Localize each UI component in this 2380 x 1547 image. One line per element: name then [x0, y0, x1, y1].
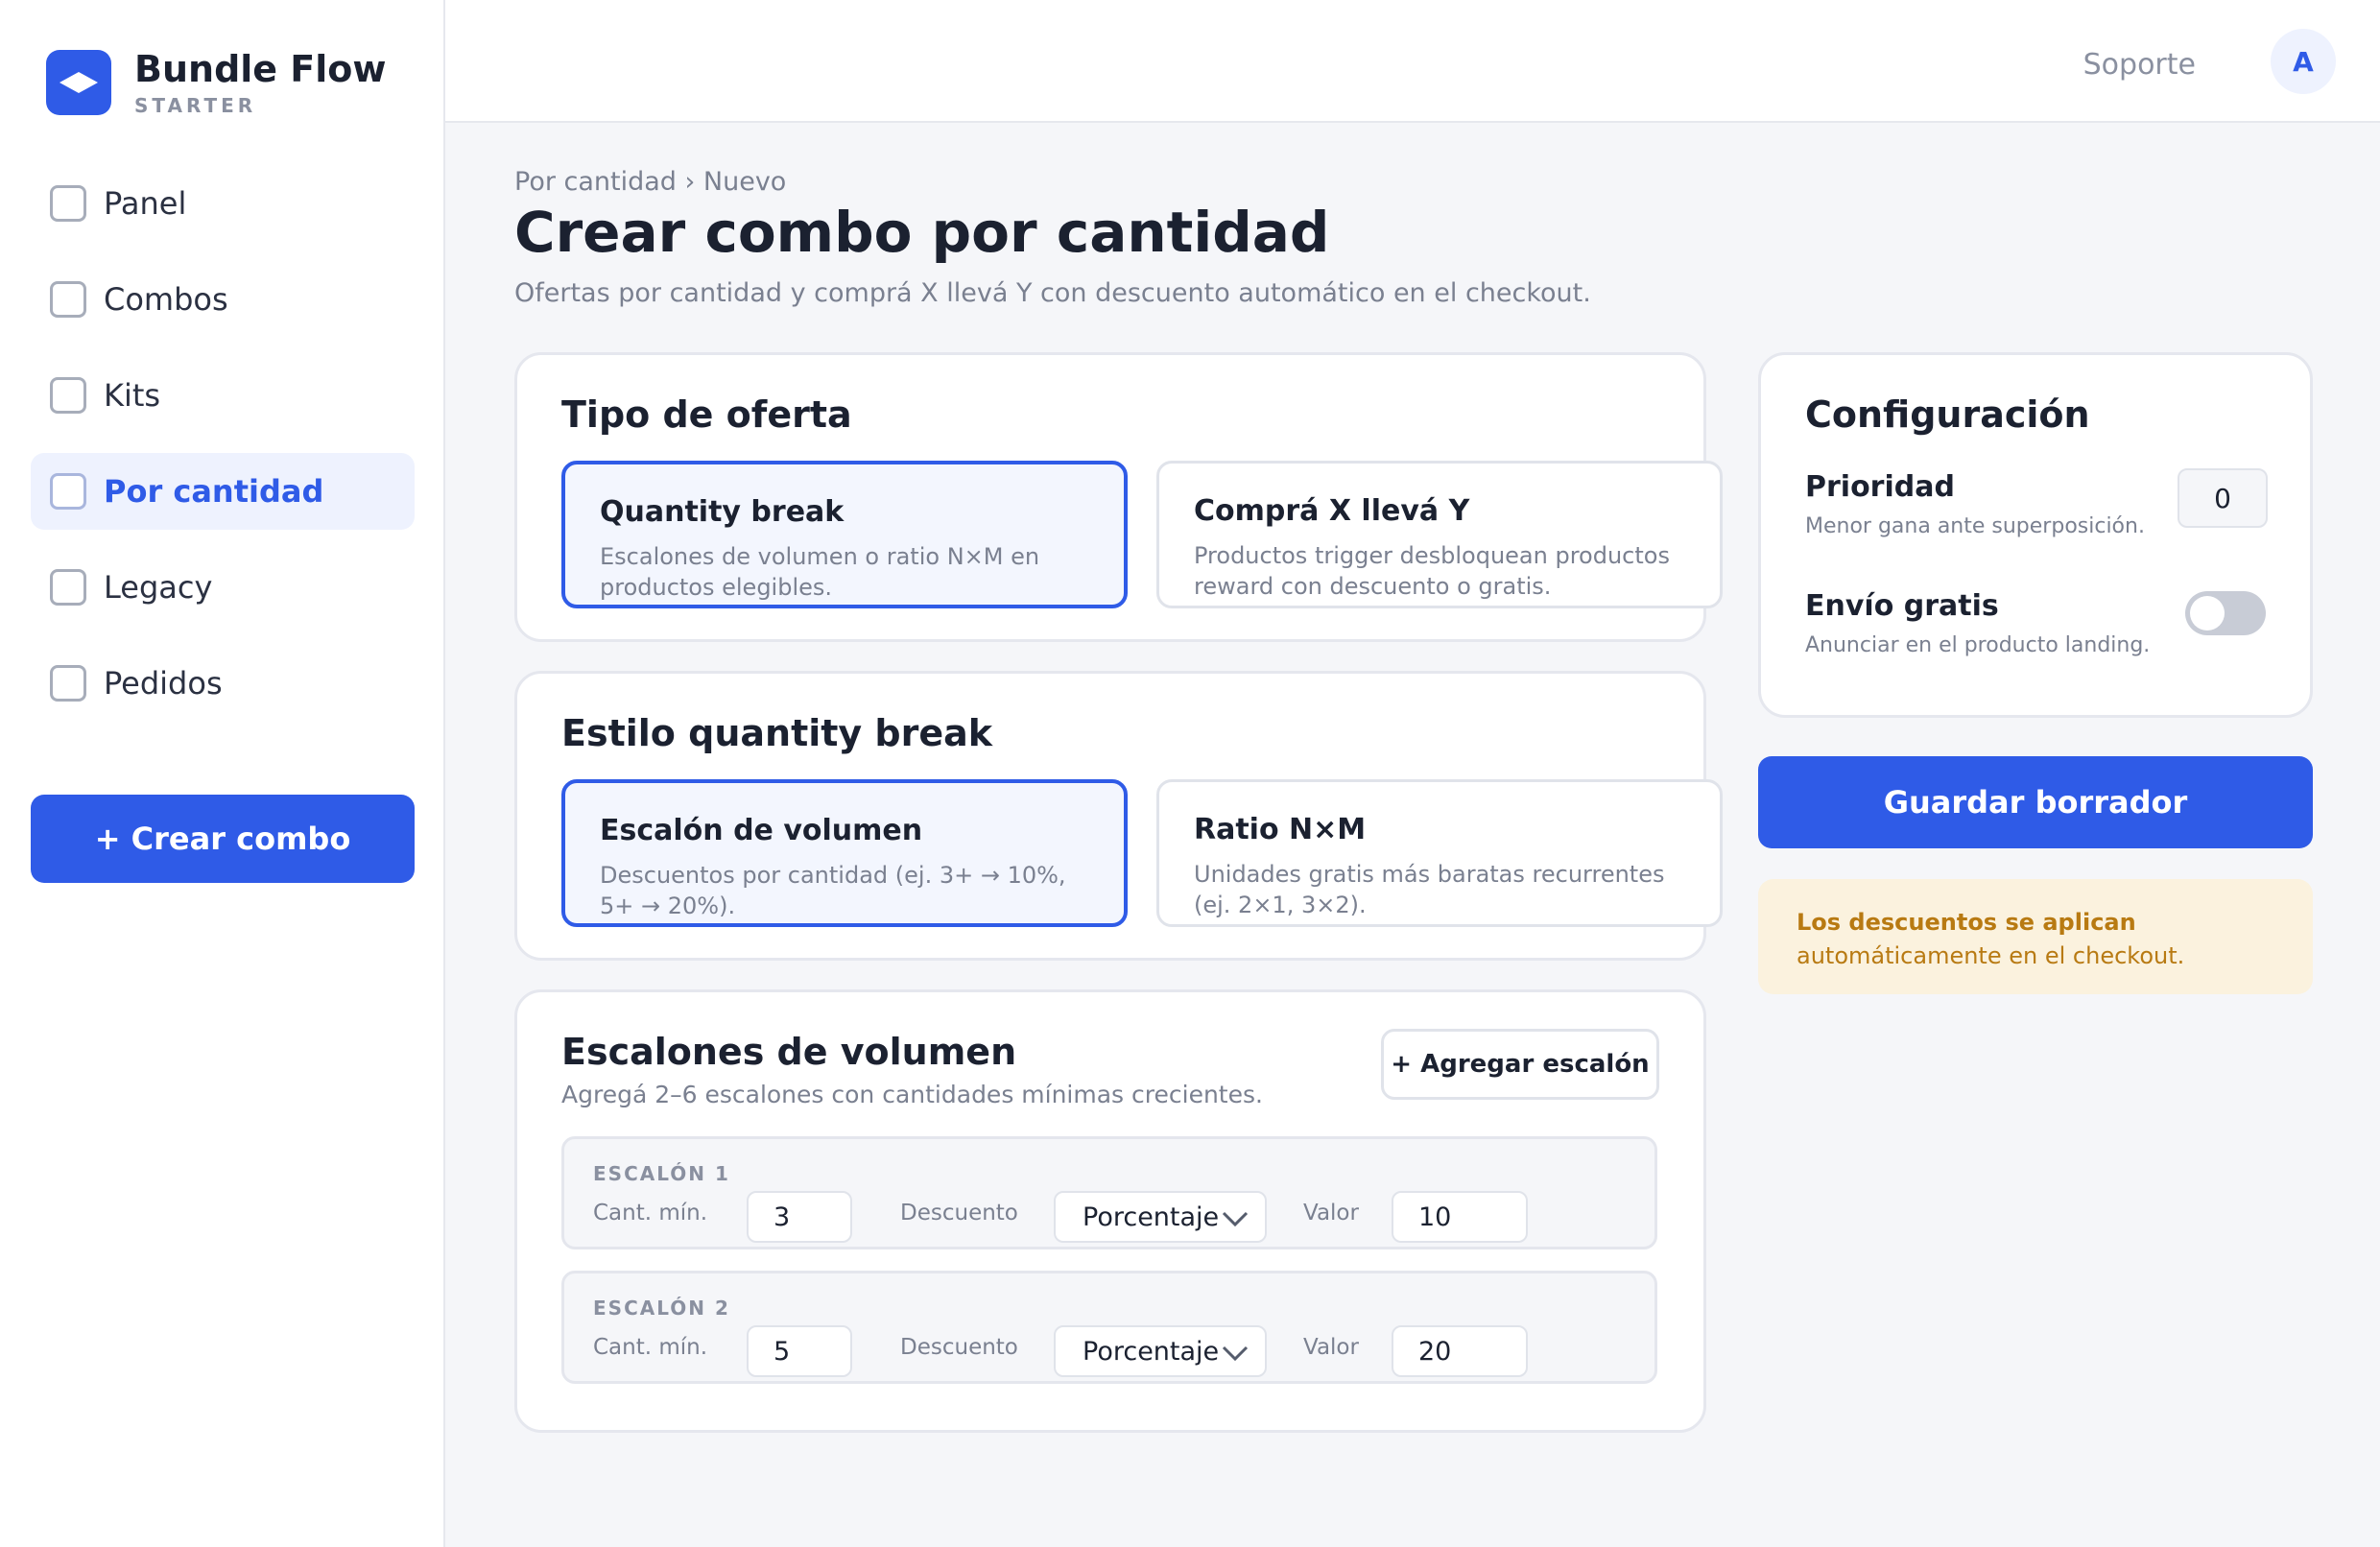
discount-label: Descuento	[900, 1335, 1018, 1360]
sidebar-item-label: Legacy	[104, 569, 213, 606]
sidebar-item-combos[interactable]: Combos	[31, 261, 415, 338]
add-tier-button[interactable]: + Agregar escalón	[1381, 1029, 1659, 1100]
checkbox-icon	[50, 473, 86, 510]
notice-strong: Los descuentos se aplican	[1797, 909, 2136, 936]
tier-row: ESCALÓN 1 Cant. mín. 3 Descuento Porcent…	[561, 1136, 1657, 1250]
sidebar-item-kits[interactable]: Kits	[31, 357, 415, 434]
option-escalon-volumen[interactable]: Escalón de volumen Descuentos por cantid…	[561, 779, 1128, 927]
sidebar-item-legacy[interactable]: Legacy	[31, 549, 415, 626]
sidebar-item-pedidos[interactable]: Pedidos	[31, 645, 415, 722]
volume-tiers-card: Escalones de volumen Agregá 2–6 escalone…	[514, 989, 1706, 1433]
option-title: Escalón de volumen	[600, 814, 923, 847]
option-title: Quantity break	[600, 495, 845, 529]
style-card: Estilo quantity break Escalón de volumen…	[514, 671, 1723, 961]
min-qty-input[interactable]: 3	[747, 1191, 852, 1243]
sidebar-item-label: Panel	[104, 185, 187, 222]
page-subtitle: Ofertas por cantidad y comprá X llevá Y …	[514, 278, 1591, 308]
option-description: Productos trigger desbloquean productos …	[1194, 542, 1670, 600]
option-title: Comprá X llevá Y	[1194, 494, 1470, 528]
option-compra-x-lleva-y[interactable]: Comprá X llevá Y Productos trigger desbl…	[1156, 461, 1723, 608]
checkbox-icon	[50, 569, 86, 606]
brand-name: Bundle Flow	[134, 48, 387, 90]
free-shipping-toggle[interactable]	[2185, 591, 2266, 635]
card-subtitle: Agregá 2–6 escalones con cantidades míni…	[561, 1081, 1263, 1108]
create-combo-button[interactable]: + Crear combo	[31, 795, 415, 883]
min-qty-label: Cant. mín.	[593, 1201, 708, 1226]
chevron-down-icon	[1222, 1211, 1249, 1227]
sidebar-item-panel[interactable]: Panel	[31, 165, 415, 242]
option-description: Escalones de volumen o ratio N×M en prod…	[600, 543, 1040, 601]
discount-notice: Los descuentos se aplican automáticament…	[1758, 879, 2313, 994]
priority-label: Prioridad	[1805, 470, 1955, 504]
brand[interactable]: Bundle Flow STARTER	[46, 48, 387, 117]
value-input[interactable]: 20	[1392, 1325, 1528, 1377]
toggle-knob	[2190, 596, 2225, 631]
discount-type-select[interactable]: Porcentaje	[1054, 1325, 1267, 1377]
top-bar: Soporte A	[445, 0, 2380, 123]
free-shipping-help: Anunciar en el producto landing.	[1805, 633, 2151, 657]
avatar[interactable]: A	[2271, 29, 2336, 94]
card-title: Estilo quantity break	[561, 712, 993, 754]
tier-label: ESCALÓN 1	[593, 1162, 730, 1185]
checkbox-icon	[50, 665, 86, 702]
sidebar-item-label: Pedidos	[104, 665, 223, 702]
sidebar: Bundle Flow STARTER Panel Combos Kits Po…	[0, 0, 445, 1547]
option-title: Ratio N×M	[1194, 813, 1367, 846]
offer-type-card: Tipo de oferta Quantity break Escalones …	[514, 352, 1723, 642]
breadcrumb[interactable]: Por cantidad › Nuevo	[514, 167, 786, 197]
min-qty-input[interactable]: 5	[747, 1325, 852, 1377]
chevron-down-icon	[1222, 1345, 1249, 1362]
notice-text: automáticamente en el checkout.	[1797, 942, 2185, 969]
option-ratio-nxm[interactable]: Ratio N×M Unidades gratis más baratas re…	[1156, 779, 1723, 927]
priority-help: Menor gana ante superposición.	[1805, 514, 2145, 538]
tier-row: ESCALÓN 2 Cant. mín. 5 Descuento Porcent…	[561, 1271, 1657, 1384]
checkbox-icon	[50, 281, 86, 318]
checkbox-icon	[50, 185, 86, 222]
card-title: Tipo de oferta	[561, 393, 852, 436]
checkbox-icon	[50, 377, 86, 414]
brand-text: Bundle Flow STARTER	[134, 48, 387, 117]
page-title: Crear combo por cantidad	[514, 200, 1330, 265]
discount-type-select[interactable]: Porcentaje	[1054, 1191, 1267, 1243]
option-description: Descuentos por cantidad (ej. 3+ → 10%, 5…	[600, 862, 1066, 919]
plan-badge: STARTER	[134, 94, 257, 117]
card-title: Configuración	[1805, 393, 2090, 436]
discount-type-value: Porcentaje	[1083, 1202, 1220, 1232]
sidebar-item-label: Por cantidad	[104, 473, 324, 510]
sidebar-item-label: Combos	[104, 281, 228, 318]
value-label: Valor	[1303, 1201, 1359, 1226]
save-draft-button[interactable]: Guardar borrador	[1758, 756, 2313, 848]
value-input[interactable]: 10	[1392, 1191, 1528, 1243]
config-card: Configuración Prioridad Menor gana ante …	[1758, 352, 2313, 718]
brand-logo-icon	[46, 50, 111, 115]
discount-label: Descuento	[900, 1201, 1018, 1226]
priority-input[interactable]: 0	[2178, 468, 2268, 528]
support-link[interactable]: Soporte	[2083, 48, 2196, 82]
card-title: Escalones de volumen	[561, 1031, 1017, 1073]
sidebar-item-label: Kits	[104, 377, 161, 414]
sidebar-item-por-cantidad[interactable]: Por cantidad	[31, 453, 415, 530]
min-qty-label: Cant. mín.	[593, 1335, 708, 1360]
free-shipping-label: Envío gratis	[1805, 589, 1999, 623]
tier-label: ESCALÓN 2	[593, 1297, 730, 1320]
value-label: Valor	[1303, 1335, 1359, 1360]
option-quantity-break[interactable]: Quantity break Escalones de volumen o ra…	[561, 461, 1128, 608]
discount-type-value: Porcentaje	[1083, 1336, 1220, 1367]
option-description: Unidades gratis más baratas recurrentes …	[1194, 861, 1665, 918]
